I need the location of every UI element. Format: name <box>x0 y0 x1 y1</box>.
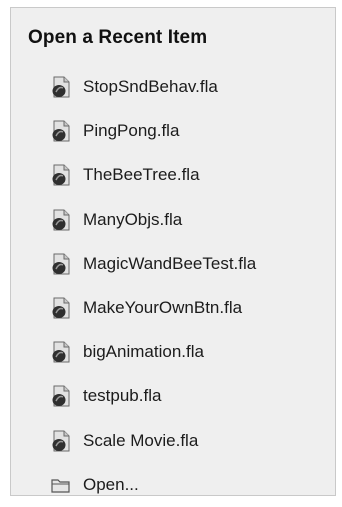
fla-file-icon <box>51 341 71 363</box>
recent-item-label: ManyObjs.fla <box>83 209 183 229</box>
recent-items-list: StopSndBehav.fla PingPong.fla TheBeeTree… <box>11 65 335 507</box>
fla-file-icon <box>51 209 71 231</box>
fla-file-icon <box>51 164 71 186</box>
recent-items-panel: Open a Recent Item StopSndBehav.fla Ping… <box>10 7 336 496</box>
recent-item-biganimation[interactable]: bigAnimation.fla <box>11 330 335 374</box>
panel-title: Open a Recent Item <box>28 27 208 48</box>
recent-item-testpub[interactable]: testpub.fla <box>11 374 335 418</box>
recent-item-label: PingPong.fla <box>83 121 180 141</box>
folder-icon <box>51 474 71 496</box>
fla-file-icon <box>51 430 71 452</box>
recent-item-label: StopSndBehav.fla <box>83 77 218 97</box>
recent-item-thebeetree[interactable]: TheBeeTree.fla <box>11 153 335 197</box>
open-button[interactable]: Open... <box>11 463 335 507</box>
recent-item-label: MagicWandBeeTest.fla <box>83 253 257 273</box>
fla-file-icon <box>51 76 71 98</box>
recent-item-label: testpub.fla <box>83 386 162 406</box>
fla-file-icon <box>51 120 71 142</box>
recent-item-pingpong[interactable]: PingPong.fla <box>11 109 335 153</box>
recent-item-makeyourownbtn[interactable]: MakeYourOwnBtn.fla <box>11 286 335 330</box>
fla-file-icon <box>51 385 71 407</box>
recent-item-label: MakeYourOwnBtn.fla <box>83 298 243 318</box>
recent-item-manyobjs[interactable]: ManyObjs.fla <box>11 198 335 242</box>
recent-item-label: bigAnimation.fla <box>83 342 204 362</box>
open-button-label: Open... <box>83 474 139 494</box>
fla-file-icon <box>51 297 71 319</box>
recent-item-stopsndbehav[interactable]: StopSndBehav.fla <box>11 65 335 109</box>
recent-item-scale-movie[interactable]: Scale Movie.fla <box>11 419 335 463</box>
recent-item-label: Scale Movie.fla <box>83 430 199 450</box>
recent-item-label: TheBeeTree.fla <box>83 165 200 185</box>
recent-item-magicwandbeetest[interactable]: MagicWandBeeTest.fla <box>11 242 335 286</box>
fla-file-icon <box>51 253 71 275</box>
